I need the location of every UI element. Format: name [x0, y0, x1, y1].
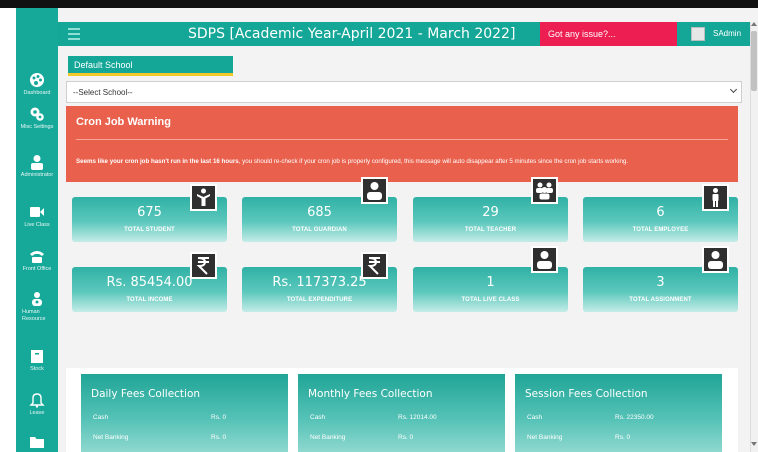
warning-divider: [76, 139, 728, 140]
users-icon: [32, 292, 42, 306]
warning-message-bold: Seems like your cron job hasn't run in t…: [76, 158, 239, 165]
stat-value: 685: [307, 205, 332, 220]
group-icon: [531, 177, 558, 204]
folder-icon: [30, 437, 44, 448]
stat-value: 1: [486, 275, 495, 290]
panel-title: Session Fees Collection: [525, 388, 648, 400]
user-icon: [702, 246, 729, 273]
scroll-down-arrow-icon[interactable]: [751, 442, 757, 446]
sidebar-item-label: Dashboard: [23, 90, 51, 96]
archive-icon: [31, 350, 43, 363]
stat-label: TOTAL STUDENT: [124, 227, 175, 233]
scrollbar-thumb[interactable]: [751, 31, 757, 91]
row-label: Cash: [527, 414, 543, 421]
stat-label: TOTAL INCOME: [126, 297, 173, 303]
sidebar-item-label: Live Class: [24, 222, 50, 228]
cron-warning-alert: Cron Job Warning Seems like your cron jo…: [66, 106, 738, 182]
monthly-fees-panel: Monthly Fees Collection Cash Rs. 12014.0…: [298, 374, 505, 452]
user-icon: [361, 177, 388, 204]
sidebar-item-label: Administrator: [20, 172, 54, 178]
stat-label: TOTAL EMPLOYEE: [632, 227, 689, 233]
warning-title: Cron Job Warning: [76, 116, 171, 128]
scroll-up-arrow-icon[interactable]: [751, 22, 757, 26]
row-value: Rs. 12014.00: [398, 414, 437, 421]
row-label: Net Banking: [527, 434, 563, 441]
row-value: Rs. 0: [398, 434, 414, 441]
palette-icon: [30, 73, 44, 87]
sidebar-item-leave[interactable]: Leave: [16, 392, 58, 417]
default-school-tag: Default School: [68, 56, 233, 76]
stat-label: TOTAL TEACHER: [464, 227, 517, 233]
stat-card-live-class[interactable]: 1 TOTAL LIVE CLASS: [413, 267, 568, 312]
stat-value: 29: [482, 205, 499, 220]
left-margin: [0, 0, 16, 452]
school-select[interactable]: --Select School--: [66, 81, 742, 103]
sidebar-item-label: Stock: [30, 366, 44, 372]
row-value: Rs. 0: [211, 414, 227, 421]
app-window: Dashboard Misc Settings Administrator Li…: [0, 0, 758, 452]
row-label: Cash: [310, 414, 326, 421]
bell-icon: [29, 393, 45, 408]
sidebar: Dashboard Misc Settings Administrator Li…: [16, 8, 58, 452]
row-label: Net Banking: [93, 434, 129, 441]
top-navbar: SDPS [Academic Year-April 2021 - March 2…: [58, 22, 750, 46]
sidebar-item-label: Misc Settings: [20, 124, 54, 130]
sidebar-item-front-office[interactable]: Front Office: [16, 248, 58, 273]
stat-label: TOTAL LIVE CLASS: [461, 297, 520, 303]
warning-message: Seems like your cron job hasn't run in t…: [76, 158, 628, 165]
sidebar-item-label: Human Resource: [22, 309, 46, 322]
session-fees-panel: Session Fees Collection Cash Rs. 22350.0…: [515, 374, 722, 452]
person-icon: [702, 184, 729, 211]
avatar[interactable]: [691, 27, 705, 41]
row-label: Net Banking: [310, 434, 346, 441]
sidebar-item-label: Front Office: [22, 266, 52, 272]
user-icon: [531, 246, 558, 273]
user-icon: [31, 155, 43, 170]
sidebar-item-human-resource[interactable]: Human Resource: [16, 291, 58, 323]
stat-label: TOTAL ASSIGNMENT: [629, 297, 692, 303]
sidebar-item-administrator[interactable]: Administrator: [16, 154, 58, 179]
child-icon: [190, 184, 217, 211]
panel-title: Daily Fees Collection: [91, 388, 201, 400]
issue-button[interactable]: Got any issue?...: [540, 22, 677, 46]
video-icon: [30, 207, 44, 217]
stat-value: 3: [656, 275, 665, 290]
daily-fees-panel: Daily Fees Collection Cash Rs. 0 Net Ban…: [81, 374, 288, 452]
panel-title: Monthly Fees Collection: [308, 388, 433, 400]
gears-icon: [30, 107, 44, 121]
school-select-value: --Select School--: [73, 88, 133, 97]
row-label: Cash: [93, 414, 109, 421]
row-value: Rs. 0: [615, 434, 631, 441]
page-title: SDPS [Academic Year-April 2021 - March 2…: [188, 26, 516, 42]
issue-label: Got any issue?...: [548, 29, 616, 39]
sidebar-item-stock[interactable]: Stock: [16, 348, 58, 373]
phone-icon: [30, 251, 44, 263]
stat-label: TOTAL GUARDIAN: [292, 227, 347, 233]
rupee-icon: [190, 252, 217, 279]
rupee-icon: [361, 252, 388, 279]
stat-card-assignment[interactable]: 3 TOTAL ASSIGNMENT: [583, 267, 738, 312]
hamburger-menu-icon[interactable]: [68, 28, 80, 40]
sidebar-item-misc-settings[interactable]: Misc Settings: [16, 106, 58, 131]
user-name[interactable]: SAdmin: [713, 29, 741, 38]
sidebar-item-live-class[interactable]: Live Class: [16, 204, 58, 229]
stat-label: TOTAL EXPENDITURE: [286, 297, 353, 303]
window-top-edge: [0, 0, 758, 8]
sidebar-item-files[interactable]: [16, 434, 58, 450]
row-value: Rs. 0: [211, 434, 227, 441]
warning-message-rest: , you should re-check if your cron job i…: [238, 158, 629, 165]
sidebar-item-label: Leave: [29, 410, 45, 416]
sidebar-item-dashboard[interactable]: Dashboard: [16, 72, 58, 97]
row-value: Rs. 22350.00: [615, 414, 654, 421]
